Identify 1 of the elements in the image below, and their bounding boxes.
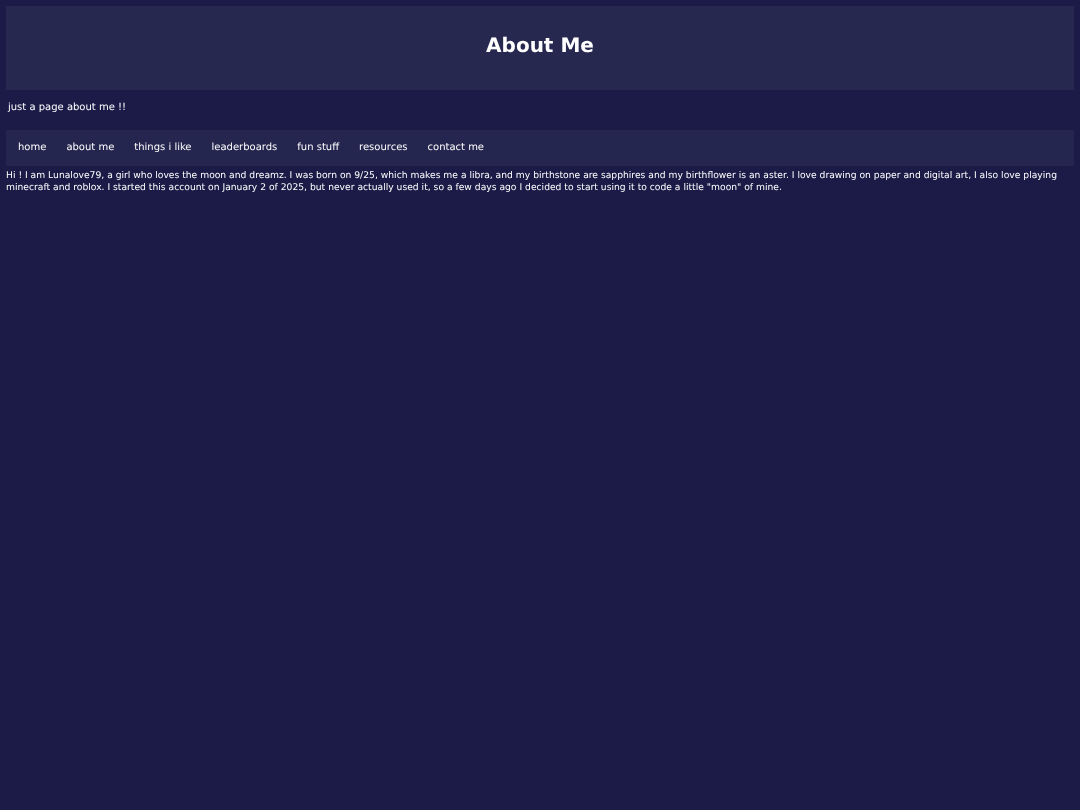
page-title: About Me — [486, 38, 594, 58]
